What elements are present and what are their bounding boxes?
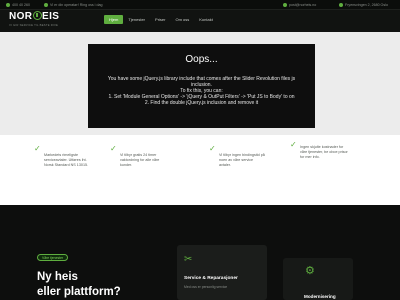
location-icon (339, 3, 343, 7)
topbar-email[interactable]: post@norheis.no (283, 3, 316, 7)
top-bar: 400 40 260 Vi er din operatør! Ring oss … (0, 0, 400, 10)
nav-item-priser[interactable]: Priser (150, 15, 170, 24)
service-card-modernisering[interactable]: ⚙ Modernisering (283, 258, 353, 300)
topbar-address-text: Fryensvingen 2, 2680 Oslo (345, 3, 388, 7)
topbar-phone[interactable]: 400 40 260 (6, 3, 30, 7)
error-line: 2. Find the double jQuery.js inclusion a… (144, 100, 259, 107)
feature-item: Vi tilbyr ingen bindingstid på noen av v… (219, 153, 281, 168)
nav-item-kontakt[interactable]: Kontakt (194, 15, 218, 24)
logo[interactable]: NOR EIS VI GIR SERVICE TIL BESTE RIVE (9, 11, 59, 27)
headline-line: eller plattform? (37, 286, 121, 298)
service-card-text: Med oss er personlig service (184, 285, 228, 289)
check-icon: ✓ (209, 144, 216, 153)
error-message: You have some jQuery.js library include … (94, 76, 309, 106)
feature-text: avtaler. (219, 163, 231, 167)
logo-emblem-icon (32, 11, 42, 20)
logo-name-left: NOR (9, 11, 33, 22)
logo-tagline: VI GIR SERVICE TIL BESTE RIVE (9, 23, 59, 27)
check-icon: ✓ (290, 140, 297, 149)
nav-item-tjenester[interactable]: Tjenester (123, 15, 150, 24)
services-headline: Ny heis eller plattform? (37, 270, 121, 300)
mail-icon (283, 3, 287, 7)
logo-wordmark: NOR EIS (9, 11, 59, 22)
check-icon: ✓ (34, 144, 41, 153)
services-pill: Våre tjenester (37, 254, 69, 261)
feature-item: Markedets rimeligste serviceavtaler. Utf… (44, 153, 106, 168)
feature-text: Norsk Standard NS 13015. (44, 163, 89, 167)
service-card-title: Modernisering (304, 294, 336, 299)
info-icon (44, 3, 48, 7)
nav-item-hjem[interactable]: Hjem (104, 15, 124, 24)
topbar-phone-text: 400 40 260 (12, 3, 30, 7)
service-card-reparasjoner[interactable]: ✂ Service & Reparasjoner Med oss er pers… (177, 245, 267, 300)
topbar-tagline-text: Vi er din operatør! Ring oss i dag (50, 3, 103, 7)
wrench-icon: ✂ (184, 254, 193, 265)
check-icon: ✓ (110, 144, 117, 153)
headline-line: Ny heis (37, 271, 78, 283)
feature-item: Vi tilbyr gratis 24 timer vaktordning fo… (120, 153, 182, 168)
topbar-address: Fryensvingen 2, 2680 Oslo (339, 3, 388, 7)
feature-text: for mer info. (300, 155, 320, 159)
feature-text: kunder. (120, 163, 133, 167)
feature-item: Ingen skjulte kostnader for våre tjenest… (300, 145, 362, 160)
main-nav: Hjem Tjenester Priser Om oss Kontakt (104, 15, 218, 24)
phone-icon (6, 3, 10, 7)
topbar-tagline: Vi er din operatør! Ring oss i dag (44, 3, 102, 7)
gear-icon: ⚙ (305, 265, 315, 277)
logo-name-right: EIS (42, 11, 60, 22)
slider-error-box: Oops... You have some jQuery.js library … (88, 44, 315, 128)
service-card-title: Service & Reparasjoner (184, 276, 238, 281)
nav-item-om-oss[interactable]: Om oss (170, 15, 194, 24)
topbar-email-text: post@norheis.no (289, 3, 317, 7)
error-title: Oops... (185, 54, 218, 65)
